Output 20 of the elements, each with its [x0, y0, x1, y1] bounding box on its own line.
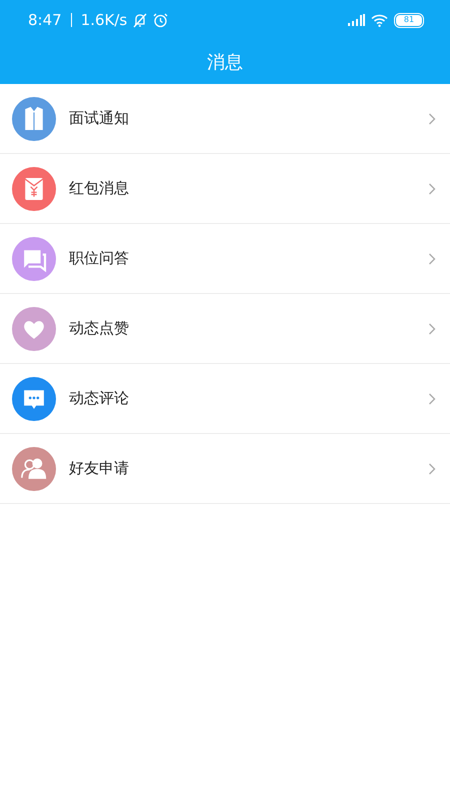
chevron-right-icon [428, 392, 436, 404]
status-time: 8:47 [28, 11, 62, 29]
chevron-right-icon [428, 112, 436, 124]
network-speed: 1.6K/s [80, 11, 128, 29]
item-label: 面试通知 [69, 109, 130, 128]
chevron-right-icon [428, 252, 436, 264]
wifi-icon [371, 14, 388, 26]
battery-icon: 81 [394, 12, 424, 28]
alarm-icon [153, 12, 168, 28]
chevron-right-icon [428, 182, 436, 194]
item-label: 职位问答 [69, 249, 130, 268]
bell-off-icon [133, 12, 148, 28]
item-label: 动态评论 [69, 389, 130, 408]
page-title: 消息 [206, 51, 244, 75]
item-label: 红包消息 [69, 179, 130, 198]
item-label: 动态点赞 [69, 319, 130, 338]
signal-icon [348, 14, 365, 26]
chevron-right-icon [428, 462, 436, 474]
chevron-right-icon [428, 322, 436, 334]
item-label: 好友申请 [69, 459, 130, 478]
